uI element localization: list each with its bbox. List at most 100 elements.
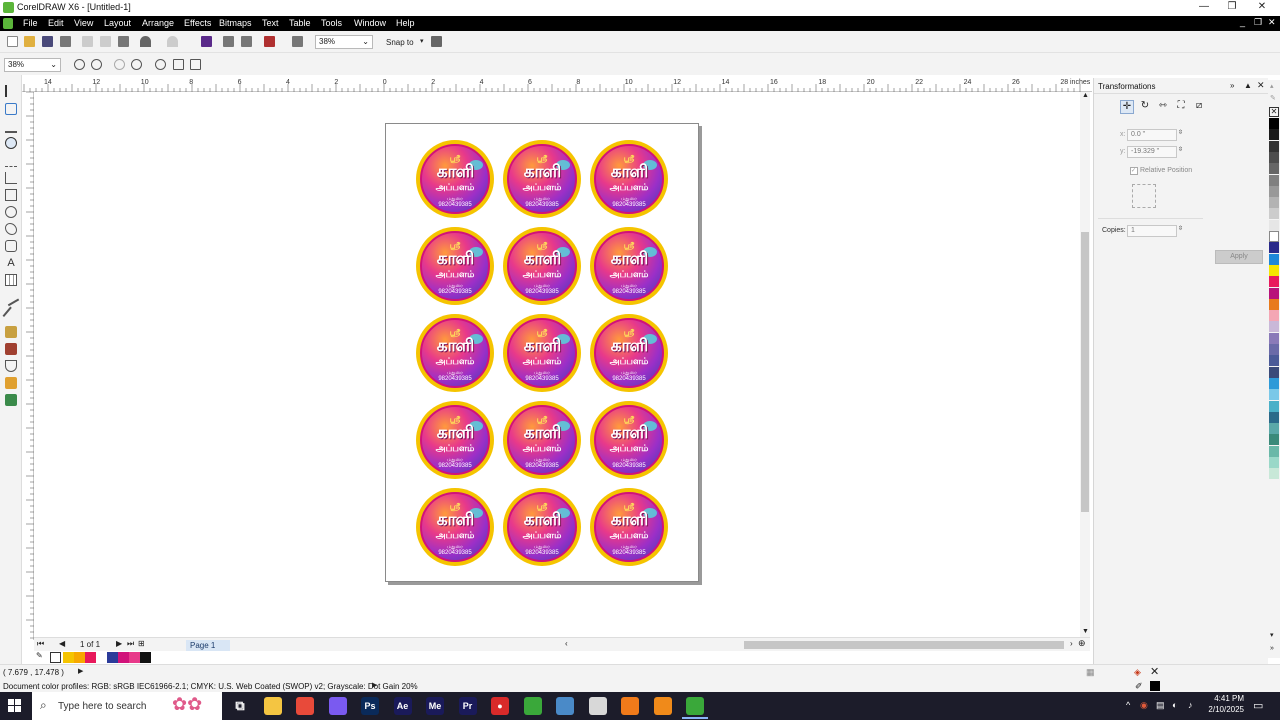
- windows-start-icon[interactable]: [8, 699, 22, 713]
- palette-color-swatch[interactable]: [1269, 411, 1279, 423]
- sticker-design[interactable]: ஸ்ரீ காளி அப்பளம் மதுரை 9820439385: [416, 401, 494, 479]
- fill-indicator-icon[interactable]: ◈: [1134, 667, 1141, 678]
- tray-overflow-icon[interactable]: ^: [1126, 700, 1130, 710]
- vertical-scrollbar[interactable]: ▲ ▼: [1080, 92, 1090, 638]
- skew-tab-icon[interactable]: ⧄: [1192, 100, 1206, 114]
- taskbar-photoshop-icon[interactable]: Ps: [361, 697, 379, 715]
- document-color-swatch[interactable]: [96, 652, 107, 663]
- doc-restore-button[interactable]: ❐: [1254, 17, 1262, 28]
- navigator-zoom-icon[interactable]: ⊕: [1078, 638, 1086, 649]
- sticker-design[interactable]: ஸ்ரீ காளி அப்பளம் மதுரை 9820439385: [590, 227, 668, 305]
- close-window-button[interactable]: ✕: [1248, 0, 1276, 16]
- connector-tool-icon[interactable]: [2, 306, 20, 324]
- document-color-swatch[interactable]: [107, 652, 118, 663]
- palette-color-swatch[interactable]: [1269, 321, 1279, 333]
- color-eyedropper-tool-icon[interactable]: [5, 343, 17, 355]
- scroll-right-icon[interactable]: ›: [1070, 639, 1073, 648]
- next-page-icon[interactable]: ▶: [116, 639, 122, 648]
- sticker-design[interactable]: ஸ்ரீ காளி அப்பளம் மதுரை 9820439385: [503, 488, 581, 566]
- eyedropper-icon[interactable]: ✎: [36, 651, 43, 660]
- palette-color-swatch[interactable]: [1269, 163, 1279, 175]
- chevron-down-icon[interactable]: ▾: [420, 37, 424, 45]
- options-icon[interactable]: [431, 36, 442, 47]
- basic-shapes-tool-icon[interactable]: [5, 240, 17, 252]
- sticker-design[interactable]: ஸ்ரீ காளி அப்பளம் மதுரை 9820439385: [416, 488, 494, 566]
- palette-color-swatch[interactable]: [1269, 366, 1279, 378]
- taskbar-task-view-icon[interactable]: ⧉: [231, 697, 249, 715]
- scale-mirror-tab-icon[interactable]: ⇿: [1156, 100, 1170, 114]
- eyedropper-icon[interactable]: ✎: [1270, 94, 1276, 102]
- import-icon[interactable]: [201, 36, 212, 47]
- menu-table[interactable]: Table: [289, 18, 311, 28]
- scroll-up-icon[interactable]: ▲: [1082, 92, 1089, 99]
- text-tool-icon[interactable]: A: [5, 257, 17, 269]
- doc-close-button[interactable]: ✕: [1268, 17, 1276, 28]
- pick-tool-icon[interactable]: [5, 85, 17, 97]
- document-color-swatch[interactable]: [74, 652, 85, 663]
- menu-help[interactable]: Help: [396, 18, 415, 28]
- outline-pen-tool-icon[interactable]: [5, 360, 17, 372]
- position-tab-icon[interactable]: ✛: [1120, 100, 1134, 114]
- taskbar-recorder-icon[interactable]: ●: [491, 697, 509, 715]
- palette-color-swatch[interactable]: [1269, 445, 1279, 457]
- document-icon[interactable]: [3, 18, 13, 29]
- sticker-design[interactable]: ஸ்ரீ காளி அப்பளம் மதுரை 9820439385: [590, 314, 668, 392]
- size-tab-icon[interactable]: ⛶: [1174, 100, 1188, 114]
- outline-pen-icon[interactable]: ✐: [1135, 681, 1143, 692]
- palette-color-swatch[interactable]: [1269, 129, 1279, 141]
- sticker-design[interactable]: ஸ்ரீ காளி அப்பளம் மதுரை 9820439385: [590, 140, 668, 218]
- anchor-point-grid[interactable]: [1132, 184, 1156, 208]
- zoom-level-select[interactable]: 38% ⌄: [315, 35, 373, 49]
- paste-icon[interactable]: [118, 36, 129, 47]
- crop-tool-icon[interactable]: [5, 121, 17, 133]
- taskbar-copilot-icon[interactable]: [328, 697, 347, 715]
- application-launcher-icon[interactable]: [264, 36, 275, 47]
- add-page-icon[interactable]: ⊞: [138, 639, 145, 648]
- freehand-tool-icon[interactable]: [5, 155, 17, 167]
- zoom-page-width-icon[interactable]: [173, 59, 184, 70]
- export-icon[interactable]: [223, 36, 234, 47]
- network-icon[interactable]: ◐: [1172, 700, 1177, 710]
- document-color-swatch[interactable]: [85, 652, 96, 663]
- palette-color-swatch[interactable]: [1269, 457, 1279, 468]
- document-page[interactable]: ஸ்ரீ காளி அப்பளம் மதுரை 9820439385 ஸ்ரீ காளி அப…: [385, 123, 699, 582]
- sticker-design[interactable]: ஸ்ரீ காளி அப்பளம் மதுரை 9820439385: [503, 140, 581, 218]
- no-fill-indicator[interactable]: ✕: [1150, 665, 1159, 678]
- welcome-screen-icon[interactable]: [292, 36, 303, 47]
- collapse-icon[interactable]: »: [1230, 81, 1234, 90]
- sticker-design[interactable]: ஸ்ரீ காளி அப்பளம் மதுரை 9820439385: [590, 488, 668, 566]
- taskbar-search[interactable]: ⌕ Type here to search ✿✿: [32, 692, 222, 720]
- zoom-in-icon[interactable]: [74, 59, 85, 70]
- print-icon[interactable]: [60, 36, 71, 47]
- palette-color-swatch[interactable]: [1269, 151, 1279, 163]
- menu-layout[interactable]: Layout: [104, 18, 131, 28]
- redo-icon[interactable]: [167, 36, 178, 47]
- vertical-ruler[interactable]: [22, 92, 34, 640]
- first-page-icon[interactable]: ⏮: [37, 639, 44, 649]
- shape-tool-icon[interactable]: [5, 103, 17, 115]
- palette-color-swatch[interactable]: [1269, 197, 1279, 209]
- palette-color-swatch[interactable]: [1269, 468, 1279, 480]
- palette-color-swatch[interactable]: [1269, 140, 1279, 152]
- palette-color-swatch[interactable]: [1269, 389, 1279, 401]
- open-folder-icon[interactable]: [24, 36, 35, 47]
- menu-text[interactable]: Text: [262, 18, 279, 28]
- palette-color-swatch[interactable]: [1269, 298, 1279, 310]
- sticker-design[interactable]: ஸ்ரீ காளி அப்பளம் மதுரை 9820439385: [503, 227, 581, 305]
- sticker-design[interactable]: ஸ்ரீ காளி அப்பளம் மதுரை 9820439385: [590, 401, 668, 479]
- document-color-swatch[interactable]: [63, 652, 74, 663]
- new-document-icon[interactable]: [7, 36, 18, 47]
- palette-color-swatch[interactable]: [1269, 287, 1279, 299]
- taskbar-media-encoder-icon[interactable]: Me: [426, 697, 444, 715]
- sticker-design[interactable]: ஸ்ரீ காளி அப்பளம் மதுரை 9820439385: [416, 227, 494, 305]
- apply-button[interactable]: Apply: [1215, 250, 1263, 264]
- relative-position-checkbox[interactable]: ✓: [1130, 167, 1138, 175]
- scroll-down-icon[interactable]: ▼: [1082, 628, 1089, 635]
- color-profiles-info[interactable]: Document color profiles: RGB: sRGB IEC61…: [3, 682, 418, 691]
- zoom-selected-icon[interactable]: [114, 59, 125, 70]
- palette-color-swatch[interactable]: [1269, 344, 1279, 355]
- horizontal-ruler[interactable]: 14 12 10 8 6 4 2 0 2 4 6 8 10 12 14 16 18 20 22 24 26 28 inch…: [22, 78, 1092, 92]
- zoom-to-page-icon[interactable]: [155, 59, 166, 70]
- scroll-left-icon[interactable]: ‹: [565, 639, 568, 648]
- blend-tool-icon[interactable]: [5, 326, 17, 338]
